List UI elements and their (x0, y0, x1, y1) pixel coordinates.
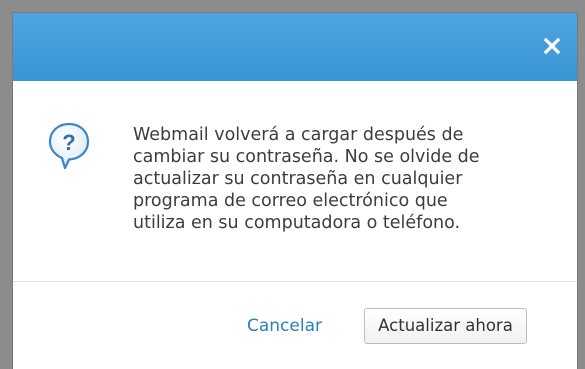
close-button[interactable] (541, 35, 563, 57)
dialog-message: Webmail volverá a cargar después de camb… (133, 124, 533, 234)
dialog-titlebar (13, 13, 577, 81)
message-line: actualizar su contraseña en cualquier (133, 169, 463, 189)
close-icon (543, 37, 561, 55)
page-backdrop: ? Webmail volverá a cargar después de ca… (0, 0, 585, 369)
password-change-dialog: ? Webmail volverá a cargar después de ca… (13, 13, 577, 369)
update-now-button[interactable]: Actualizar ahora (364, 308, 527, 344)
message-line: Webmail volverá a cargar después de (133, 125, 464, 145)
cancel-link[interactable]: Cancelar (247, 308, 322, 344)
message-line: cambiar su contraseña. No se olvide de (133, 147, 480, 167)
message-line: utiliza en su computadora o teléfono. (133, 213, 461, 233)
message-line: programa de correo electrónico que (133, 191, 448, 211)
dialog-footer: Cancelar Actualizar ahora (13, 282, 577, 369)
question-help-icon: ? (48, 122, 90, 170)
dialog-body: ? Webmail volverá a cargar después de ca… (13, 81, 577, 282)
svg-text:?: ? (62, 130, 75, 155)
